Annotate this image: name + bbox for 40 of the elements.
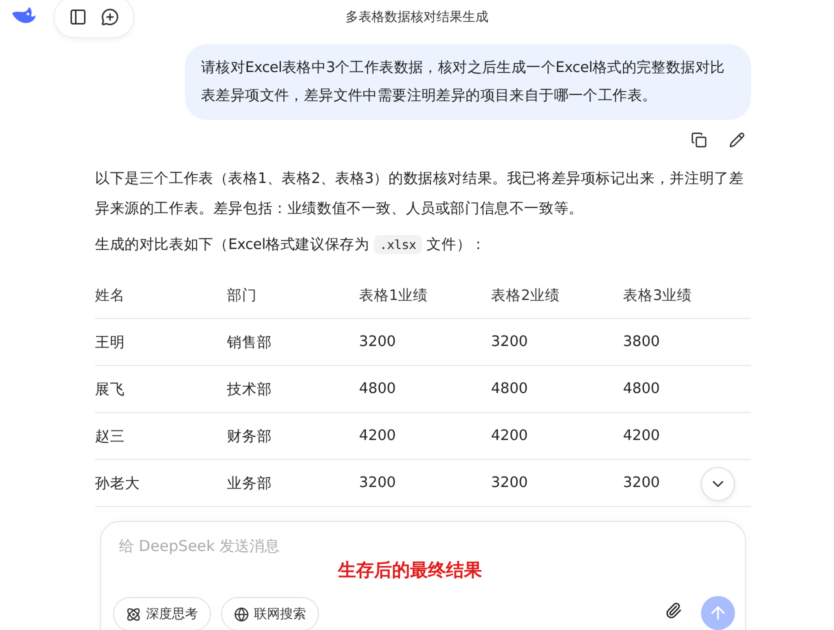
column-header: 表格2业绩 <box>491 286 560 304</box>
paperclip-icon[interactable] <box>665 602 682 619</box>
table-cell-text: 销售部 <box>227 334 272 352</box>
table-cell-text: 赵三 <box>95 428 125 446</box>
column-header: 表格1业绩 <box>359 286 428 304</box>
mode-toggle-button[interactable]: 联网搜索 <box>221 597 319 630</box>
table-cell: 3800 <box>623 334 660 350</box>
reply-paragraph: 以下是三个工作表（表格1、表格2、表格3）的数据核对结果。我已将差异项标记出来，并注明了差异来源的工作表。差异包括：业绩数值不一致、人员或部门信息不一致等。 <box>95 170 745 219</box>
window-title: 多表格数据核对结果生成 <box>346 9 488 26</box>
table-cell: 3200 <box>359 334 396 350</box>
table-cell: 4800 <box>623 381 660 397</box>
table-cell: 4200 <box>623 428 660 444</box>
table-cell: 3200 <box>491 334 528 350</box>
globe-icon <box>234 606 249 622</box>
annotation-text: 生存后的最终结果 <box>338 559 482 582</box>
table-cell-text: 展飞 <box>95 380 125 398</box>
atom-icon <box>126 606 141 622</box>
sidebar-toggle-icon[interactable] <box>69 8 87 26</box>
table-cell-text: 孙老大 <box>95 474 140 492</box>
table-cell-text: 王明 <box>95 334 125 352</box>
table-cell-text: 技术部 <box>227 380 272 398</box>
new-chat-icon[interactable] <box>101 8 119 26</box>
edit-icon[interactable] <box>729 132 745 148</box>
table-cell: 4200 <box>359 428 396 444</box>
copy-icon[interactable] <box>691 132 707 148</box>
column-header: 部门 <box>227 286 257 304</box>
table-cell: 3200 <box>623 475 660 491</box>
column-header: 表格3业绩 <box>623 286 692 304</box>
table-cell: 3200 <box>359 475 396 491</box>
table-cell-text: 财务部 <box>227 428 272 446</box>
table-cell: 4800 <box>491 381 528 397</box>
table-cell-text: 业务部 <box>227 474 272 492</box>
mode-toggle-button[interactable]: 深度思考 <box>113 597 211 630</box>
table-cell: 4200 <box>491 428 528 444</box>
message-input[interactable]: 给 DeepSeek 发送消息 <box>117 536 721 556</box>
user-message: 请核对Excel表格中3个工作表数据，核对之后生成一个Excel格式的完整数据对比表差异项文件，差异文件中需要注明差异的项目来自于哪一个工作表。 <box>185 44 751 120</box>
column-header: 姓名 <box>95 286 125 304</box>
table-cell: 4800 <box>359 381 396 397</box>
reply-paragraph: 生成的对比表如下（Excel格式建议保存为 .xlsx 文件）： <box>95 234 487 256</box>
table-cell: 3200 <box>491 475 528 491</box>
